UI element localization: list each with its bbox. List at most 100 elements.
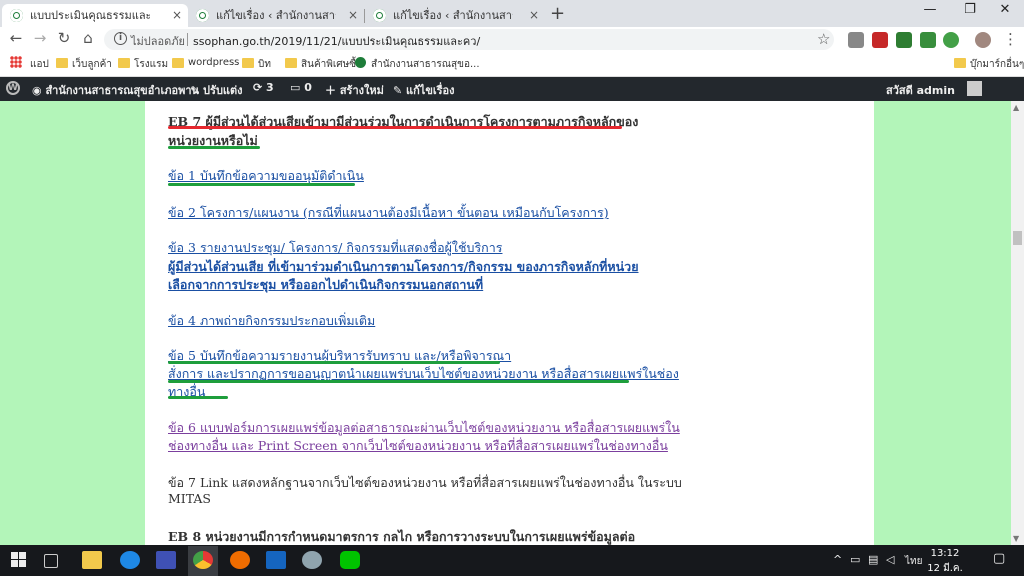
item-7-text-cont: MITAS <box>168 491 211 506</box>
folder-icon <box>242 58 254 68</box>
battery-icon[interactable]: ▤ <box>868 553 878 566</box>
green-underline-mark <box>168 183 355 186</box>
updates-icon: ⟳ <box>253 81 267 94</box>
url-text[interactable]: ssophan.go.th/2019/11/21/แบบประเมินคุณธร… <box>193 32 480 50</box>
scrollbar-thumb[interactable] <box>1013 231 1022 245</box>
dashboard-icon: ◉ <box>32 84 46 97</box>
bookmark-label: สินค้าพิเศษซื้อ <box>301 59 362 70</box>
chrome-icon[interactable] <box>193 551 213 569</box>
tab-1[interactable]: แบบประเมินคุณธรรมและความโปร่งใส... × <box>2 4 188 27</box>
new-content-link[interactable]: ＋ สร้างใหม่ <box>325 81 384 99</box>
folder-icon <box>118 58 130 68</box>
admin-site-name[interactable]: ◉ สำนักงานสาธารณสุขอำเภอพาน <box>32 81 199 99</box>
bookmark-site[interactable]: สำนักงานสาธารณสุขอ... <box>355 57 480 72</box>
clock-time[interactable]: 13:12 <box>915 548 975 559</box>
grammar-extension-icon[interactable] <box>943 32 959 48</box>
info-icon[interactable]: i <box>114 32 127 45</box>
bookmark-folder[interactable]: บิท <box>242 57 271 72</box>
red-underline-mark <box>168 126 622 129</box>
line-app-icon[interactable] <box>340 551 360 569</box>
minimize-button[interactable]: — <box>910 2 950 17</box>
item-3-detail[interactable]: ผู้มีส่วนได้ส่วนเสีย ที่เข้ามาร่วมดำเนิน… <box>168 257 639 277</box>
scrollbar[interactable] <box>1011 101 1024 545</box>
task-view-icon[interactable] <box>44 554 58 568</box>
new-tab-button[interactable]: + <box>550 3 565 24</box>
folder-icon <box>285 58 297 68</box>
pdf-extension-icon[interactable] <box>872 32 888 48</box>
security-label[interactable]: ไม่ปลอดภัย <box>131 32 185 50</box>
bookmark-label: wordpress <box>188 57 240 68</box>
store-icon[interactable] <box>156 551 176 569</box>
bookmark-folder[interactable]: wordpress <box>172 57 239 68</box>
network-icon[interactable]: ▭ <box>850 553 860 566</box>
item-6-link-cont[interactable]: ช่องทางอื่น และ Print Screen จากเว็บไซต์… <box>168 436 668 456</box>
tab-3[interactable]: แก้ไขเรื่อง ‹ สำนักงานสาธารณสุขอำเภ × <box>365 4 545 27</box>
download-extension-icon[interactable] <box>920 32 936 48</box>
bookmark-star-icon[interactable]: ☆ <box>817 30 830 48</box>
updates-link[interactable]: ⟳ 3 <box>253 81 274 94</box>
menu-icon[interactable]: ⋮ <box>1003 30 1018 48</box>
bookmark-apps[interactable]: แอป <box>14 57 49 72</box>
volume-icon[interactable]: ◁ <box>886 553 894 566</box>
site-favicon-icon <box>196 9 209 22</box>
clock-date[interactable]: 12 มี.ค. 2563 <box>915 561 975 587</box>
tab-close-icon[interactable]: × <box>529 4 539 27</box>
tab-2[interactable]: แก้ไขเรื่อง ‹ สำนักงานสาธารณสุขอำเภ × <box>188 4 364 27</box>
brush-icon: ✎ <box>190 84 204 97</box>
paint-icon[interactable] <box>230 551 250 569</box>
bookmark-folder[interactable]: โรงแรม <box>118 57 168 72</box>
bookmark-folder[interactable]: สินค้าพิเศษซื้อ <box>285 57 362 72</box>
folder-icon <box>954 58 966 68</box>
bookmark-label: สำนักงานสาธารณสุขอ... <box>371 59 480 70</box>
tab-close-icon[interactable]: × <box>172 4 182 27</box>
restore-button[interactable]: ❐ <box>950 2 990 17</box>
back-icon[interactable]: ← <box>6 29 26 47</box>
notification-icon[interactable]: ▢ <box>993 551 1005 566</box>
account-greeting[interactable]: สวัสดี admin <box>886 81 955 99</box>
window-close-button[interactable]: ✕ <box>985 2 1024 17</box>
bookmark-label: เว็บลูกค้า <box>72 59 112 70</box>
item-2-link[interactable]: ข้อ 2 โครงการ/แผนงาน (กรณีที่แผนงานต้องม… <box>168 203 609 223</box>
folder-icon <box>56 58 68 68</box>
item-4-link[interactable]: ข้อ 4 ภาพถ่ายกิจกรรมประกอบเพิ่มเติม <box>168 311 375 331</box>
windows-start-icon[interactable] <box>11 552 27 568</box>
folder-icon <box>172 58 184 68</box>
customize-link[interactable]: ✎ ปรับแต่ง <box>190 81 243 99</box>
edge-browser-icon[interactable] <box>120 551 140 569</box>
forward-icon[interactable]: → <box>30 29 50 47</box>
file-explorer-icon[interactable] <box>82 551 102 569</box>
profile-avatar-icon[interactable] <box>975 32 991 48</box>
mail-icon[interactable] <box>266 551 286 569</box>
site-name-label: สำนักงานสาธารณสุขอำเภอพาน <box>45 84 200 97</box>
scroll-down-icon[interactable]: ▼ <box>1013 534 1019 543</box>
tab-label: แก้ไขเรื่อง ‹ สำนักงานสาธารณสุขอำเภ <box>216 9 336 22</box>
plus-icon: ＋ <box>325 84 340 97</box>
home-icon[interactable]: ⌂ <box>78 29 98 47</box>
comments-count: 0 <box>304 81 312 94</box>
tab-label: แก้ไขเรื่อง ‹ สำนักงานสาธารณสุขอำเภ <box>393 9 513 22</box>
other-bookmarks[interactable]: บุ๊กมาร์กอื่นๆ <box>954 57 1024 72</box>
green-underline-mark <box>168 380 629 383</box>
avatar[interactable] <box>967 81 982 96</box>
edit-post-link[interactable]: ✎ แก้ไขเรื่อง <box>393 81 455 99</box>
green-underline-mark <box>168 396 228 399</box>
app-icon[interactable] <box>302 551 322 569</box>
pencil-icon: ✎ <box>393 84 407 97</box>
extension-icon[interactable] <box>896 32 912 48</box>
eb7-title: EB 7 ผู้มีส่วนได้ส่วนเสียเข้ามามีส่วนร่ว… <box>168 114 639 129</box>
item-6-link[interactable]: ข้อ 6 แบบฟอร์มการเผยแพร่ข้อมูลต่อสาธารณะ… <box>168 418 680 438</box>
wordpress-logo-icon[interactable]: W <box>6 81 20 95</box>
comments-link[interactable]: ▭ 0 <box>290 81 312 94</box>
tab-label: แบบประเมินคุณธรรมและความโปร่งใส... <box>30 9 150 22</box>
updates-count: 3 <box>266 81 274 94</box>
bookmark-folder[interactable]: เว็บลูกค้า <box>56 57 112 72</box>
scroll-up-icon[interactable]: ▲ <box>1013 103 1019 112</box>
reload-icon[interactable]: ↻ <box>54 29 74 47</box>
item-5-link-end[interactable]: ทางอื่น <box>168 382 205 402</box>
item-7-text: ข้อ 7 Link แสดงหลักฐานจากเว็บไซต์ของหน่ว… <box>168 475 682 490</box>
item-3-link[interactable]: ข้อ 3 รายงานประชุม/ โครงการ/ กิจกรรมที่แ… <box>168 238 502 258</box>
tab-close-icon[interactable]: × <box>348 4 358 27</box>
extension-icon[interactable] <box>848 32 864 48</box>
tray-chevron-icon[interactable]: ^ <box>833 553 842 566</box>
item-3-detail-cont[interactable]: เลือกจากการประชุม หรือออกไปดำเนินกิจกรรม… <box>168 275 483 295</box>
